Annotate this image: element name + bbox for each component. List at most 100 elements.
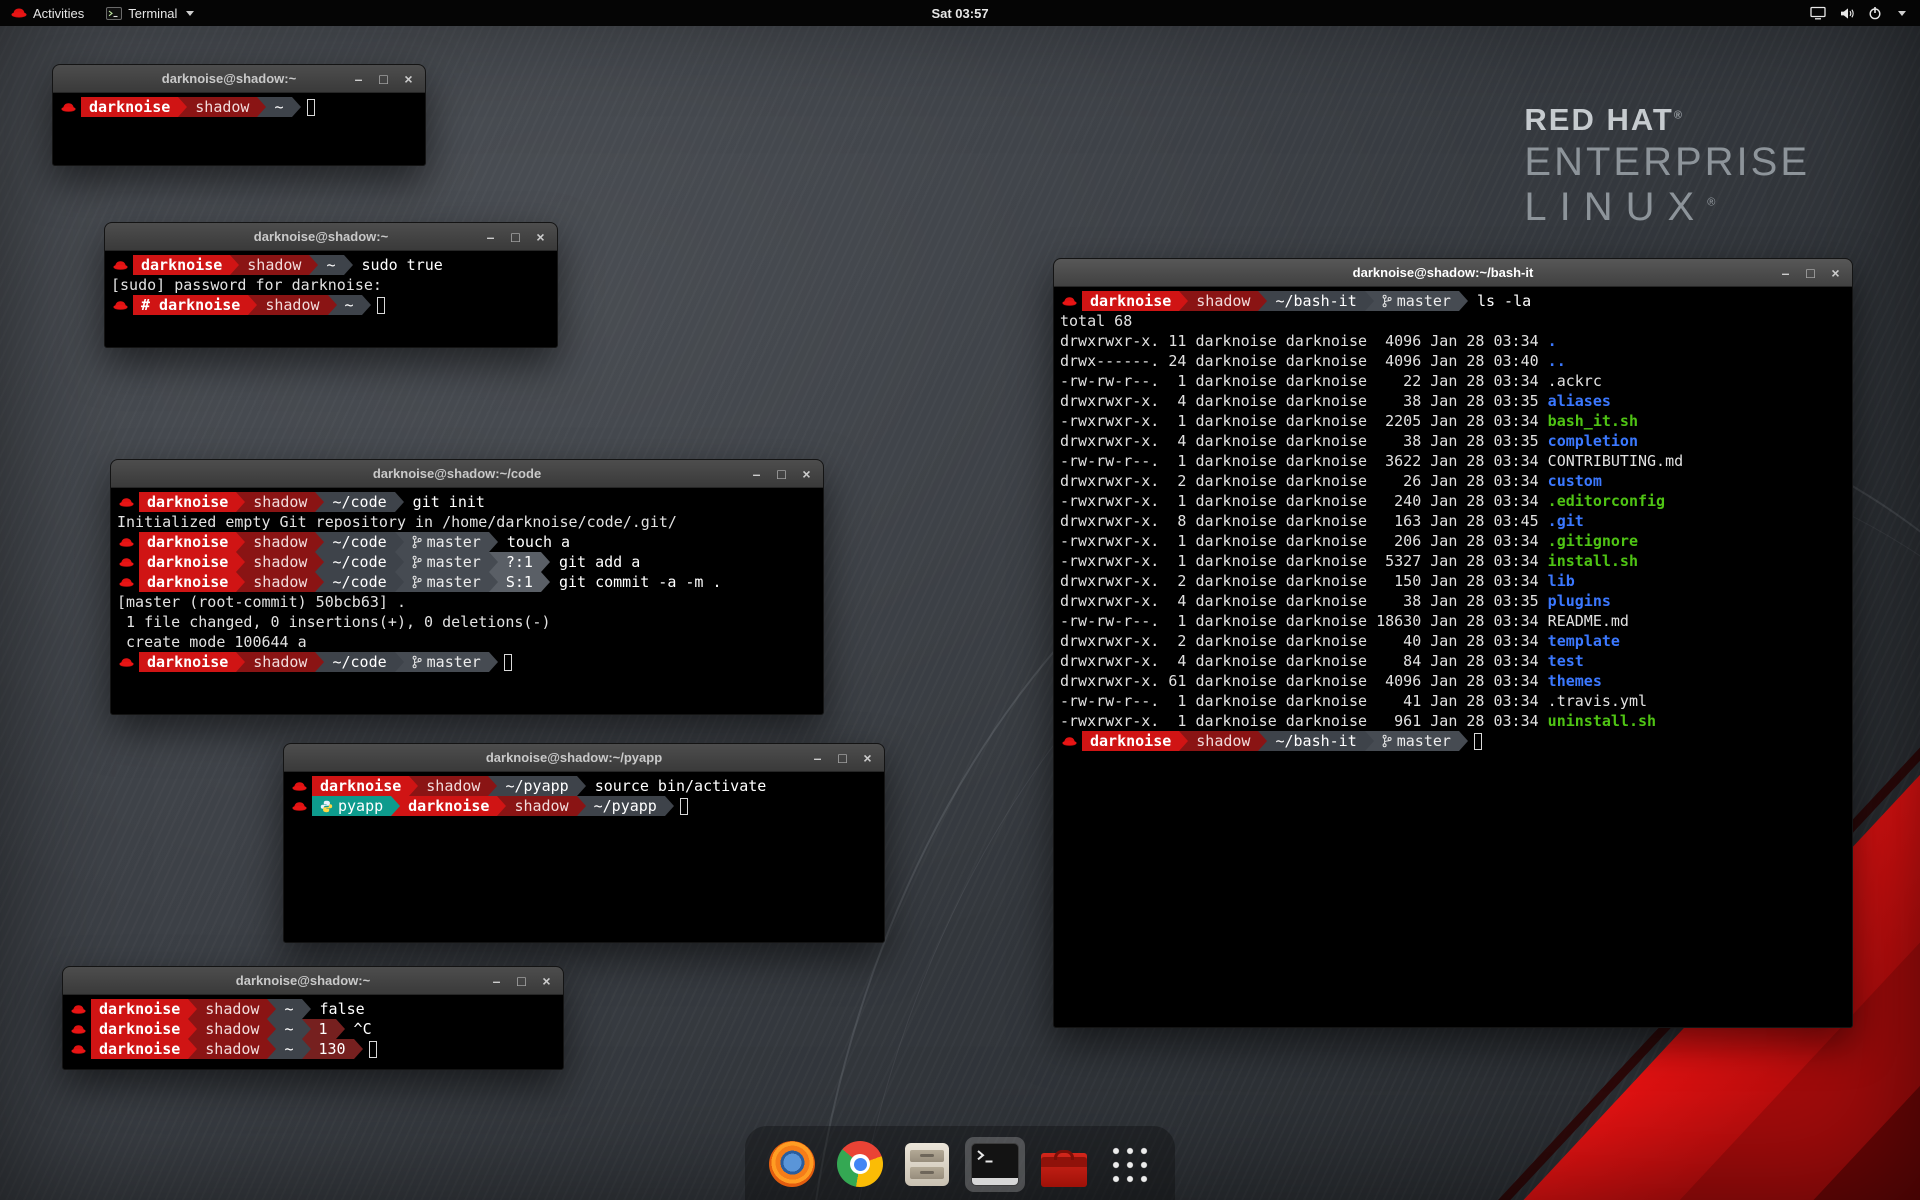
system-status-area[interactable] [1810, 0, 1920, 26]
powerline-separator-icon [488, 776, 497, 796]
dock-item-terminal[interactable] [965, 1137, 1025, 1192]
prompt-user-segment: darknoise [91, 999, 188, 1019]
terminal-text: custom [1548, 471, 1602, 491]
volume-icon[interactable] [1839, 7, 1855, 20]
terminal-window-w1: darknoise@shadow:~–□×darknoiseshadow~ [52, 64, 426, 166]
close-button[interactable]: × [796, 463, 817, 484]
python-icon [320, 800, 333, 813]
prompt-host-segment: shadow [1188, 731, 1258, 751]
minimize-button[interactable]: – [1775, 262, 1796, 283]
terminal-line: darknoiseshadow~/codemaster [117, 652, 817, 672]
prompt-user-segment: darknoise [91, 1019, 188, 1039]
display-icon[interactable] [1810, 6, 1826, 20]
minimize-button[interactable]: – [807, 747, 828, 768]
close-button[interactable]: × [398, 68, 419, 89]
terminal-text: git init [404, 492, 485, 512]
window-titlebar[interactable]: darknoise@shadow:~/pyapp–□× [284, 744, 884, 772]
prompt-path-segment: ~/code [324, 572, 394, 592]
terminal-content[interactable]: darknoiseshadow~/pyapp source bin/activa… [284, 772, 884, 820]
close-button[interactable]: × [536, 970, 557, 991]
prompt-path-segment: ~ [266, 97, 291, 117]
terminal-line: total 68 [1060, 311, 1846, 331]
prompt-venv-segment: pyapp [312, 796, 391, 816]
minimize-button[interactable]: – [348, 68, 369, 89]
close-button[interactable]: × [857, 747, 878, 768]
redhat-icon [1062, 296, 1077, 307]
terminal-content[interactable]: darknoiseshadow~ [53, 93, 425, 121]
terminal-text: themes [1548, 671, 1602, 691]
redhat-icon [71, 1004, 86, 1015]
powerline-separator-icon [395, 552, 404, 572]
terminal-text: -rw-rw-r--. 1 darknoise darknoise 18630 … [1060, 611, 1548, 631]
powerline-separator-icon [248, 295, 257, 315]
terminal-text: drwxrwxr-x. 4 darknoise darknoise 38 Jan… [1060, 391, 1548, 411]
terminal-line: -rw-rw-r--. 1 darknoise darknoise 41 Jan… [1060, 691, 1846, 711]
maximize-button[interactable]: □ [505, 226, 526, 247]
window-titlebar[interactable]: darknoise@shadow:~–□× [105, 223, 557, 251]
window-title: darknoise@shadow:~ [113, 71, 345, 86]
terminal-line: drwxrwxr-x. 4 darknoise darknoise 38 Jan… [1060, 431, 1846, 451]
prompt-user-segment: darknoise [312, 776, 409, 796]
prompt-path-segment: ~/pyapp [586, 796, 665, 816]
powerline-separator-icon [315, 652, 324, 672]
terminal-text: drwxrwxr-x. 4 darknoise darknoise 38 Jan… [1060, 431, 1548, 451]
terminal-content[interactable]: darknoiseshadow~/bash-itmaster ls -latot… [1054, 287, 1852, 755]
close-button[interactable]: × [1825, 262, 1846, 283]
powerline-separator-icon [230, 255, 239, 275]
maximize-button[interactable]: □ [771, 463, 792, 484]
maximize-button[interactable]: □ [511, 970, 532, 991]
powerline-separator-icon [292, 97, 301, 117]
powerline-separator-icon [362, 295, 371, 315]
app-menu[interactable]: Terminal [95, 0, 205, 26]
terminal-content[interactable]: darknoiseshadow~ sudo true[sudo] passwor… [105, 251, 557, 319]
terminal-line: drwxrwxr-x. 4 darknoise darknoise 84 Jan… [1060, 651, 1846, 671]
terminal-content[interactable]: darknoiseshadow~ falsedarknoiseshadow~1 … [63, 995, 563, 1063]
powerline-separator-icon [1179, 291, 1188, 311]
maximize-button[interactable]: □ [1800, 262, 1821, 283]
dock-item-files[interactable] [899, 1137, 955, 1192]
window-titlebar[interactable]: darknoise@shadow:~/bash-it–□× [1054, 259, 1852, 287]
clock[interactable]: Sat 03:57 [931, 6, 988, 21]
terminal-cursor [369, 1041, 377, 1058]
desktop[interactable]: RED HAT® ENTERPRISE LINUX® darknoise@sha… [0, 0, 1920, 1200]
prompt-gitst-segment: S:1 [498, 572, 541, 592]
terminal-content[interactable]: darknoiseshadow~/code git initInitialize… [111, 488, 823, 676]
powerline-separator-icon [302, 1019, 311, 1039]
dock-item-firefox[interactable] [763, 1135, 821, 1193]
terminal-window-w6: darknoise@shadow:~/bash-it–□× darknoise sh… [1053, 258, 1853, 1028]
terminal-cursor [1474, 733, 1482, 750]
powerline-separator-icon [489, 572, 498, 592]
minimize-button[interactable]: – [746, 463, 767, 484]
prompt-user-segment: darknoise [1082, 291, 1179, 311]
window-controls: –□× [348, 65, 419, 92]
activities-button[interactable]: Activities [0, 0, 95, 26]
terminal-text: drwxrwxr-x. 4 darknoise darknoise 84 Jan… [1060, 651, 1548, 671]
terminal-line: -rw-rw-r--. 1 darknoise darknoise 22 Jan… [1060, 371, 1846, 391]
minimize-button[interactable]: – [480, 226, 501, 247]
maximize-button[interactable]: □ [832, 747, 853, 768]
terminal-line: -rw-rw-r--. 1 darknoise darknoise 18630 … [1060, 611, 1846, 631]
window-titlebar[interactable]: darknoise@shadow:~–□× [63, 967, 563, 995]
dock-item-chrome[interactable] [831, 1135, 889, 1193]
prompt-host-segment: shadow [506, 796, 576, 816]
terminal-text: drwxrwxr-x. 11 darknoise darknoise 4096 … [1060, 331, 1548, 351]
dock-item-show-apps[interactable] [1103, 1137, 1157, 1191]
powerline-separator-icon [489, 652, 498, 672]
power-icon[interactable] [1868, 6, 1882, 20]
powerline-separator-icon [236, 652, 245, 672]
window-title: darknoise@shadow:~/bash-it [1114, 265, 1772, 280]
prompt-path-segment: ~/bash-it [1267, 291, 1364, 311]
prompt-path-segment: ~/pyapp [497, 776, 576, 796]
prompt-user-segment: # darknoise [133, 295, 248, 315]
terminal-text: drwxrwxr-x. 2 darknoise darknoise 40 Jan… [1060, 631, 1548, 651]
maximize-button[interactable]: □ [373, 68, 394, 89]
dock-item-toolbox[interactable] [1035, 1135, 1093, 1193]
close-button[interactable]: × [530, 226, 551, 247]
powerline-separator-icon [489, 552, 498, 572]
minimize-button[interactable]: – [486, 970, 507, 991]
prompt-host-segment: shadow [187, 97, 257, 117]
prompt-path-segment: ~/code [324, 652, 394, 672]
window-titlebar[interactable]: darknoise@shadow:~/code–□× [111, 460, 823, 488]
window-titlebar[interactable]: darknoise@shadow:~–□× [53, 65, 425, 93]
terminal-cursor [377, 297, 385, 314]
